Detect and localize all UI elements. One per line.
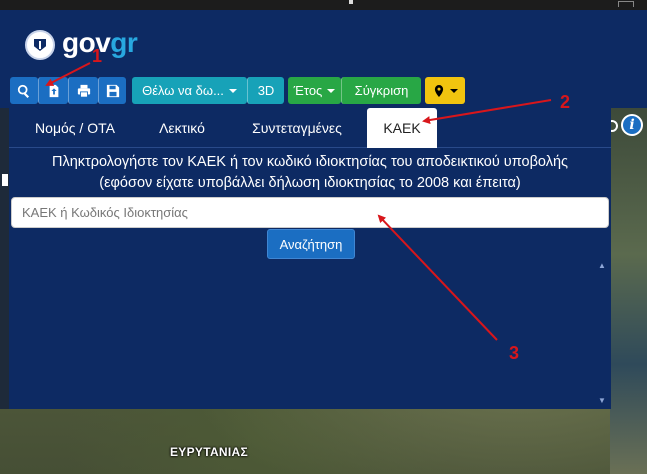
save-icon (106, 84, 119, 97)
search-icon (17, 84, 30, 98)
save-button[interactable] (98, 77, 126, 104)
search-panel: Νομός / ΟΤΑ Λεκτικό Συντεταγμένες ΚΑΕΚ Π… (9, 108, 611, 409)
year-dropdown[interactable]: Έτος (288, 77, 341, 104)
search-submit-button[interactable]: Αναζήτηση (267, 229, 355, 259)
map-marker-icon (434, 84, 443, 97)
annotation-number-1: 1 (92, 46, 103, 66)
logo-accent: gr (110, 27, 138, 58)
window-control (618, 1, 634, 7)
3d-button-label: 3D (257, 83, 275, 98)
view-dropdown-label: Θέλω να δω... (142, 83, 224, 98)
tab-lektiko[interactable]: Λεκτικό (139, 108, 225, 148)
tab-nomos-ota[interactable]: Νομός / ΟΤΑ (11, 108, 139, 148)
compare-button-label: Σύγκριση (354, 83, 409, 98)
tab-coordinates[interactable]: Συντεταγμένες (227, 108, 367, 148)
map-region-label: ΕΥΡΥΤΑΝΙΑΣ (170, 445, 248, 459)
chevron-down-icon (449, 88, 458, 93)
browser-top-strip (0, 0, 647, 10)
tab-kaek[interactable]: ΚΑΕΚ (367, 108, 437, 148)
view-dropdown[interactable]: Θέλω να δω... (132, 77, 247, 104)
text-caret (349, 0, 353, 4)
upload-button[interactable] (38, 77, 68, 104)
print-button[interactable] (68, 77, 98, 104)
kaek-search-input[interactable] (11, 197, 609, 228)
search-button[interactable] (10, 77, 38, 104)
search-instructions: Πληκτρολογήστε τον ΚΑΕΚ ή τον κωδικό ιδι… (9, 152, 611, 194)
map-toolbar: Θέλω να δω... 3D Έτος Σύγκριση (0, 72, 647, 108)
map-canvas-left[interactable] (0, 108, 9, 409)
greek-emblem-icon (25, 30, 55, 60)
map-canvas-right[interactable] (610, 108, 647, 474)
chevron-down-icon (228, 88, 237, 93)
upload-icon (49, 84, 58, 97)
results-scrollbar[interactable] (595, 260, 609, 408)
search-tabs: Νομός / ΟΤΑ Λεκτικό Συντεταγμένες ΚΑΕΚ (9, 108, 611, 148)
info-button[interactable]: i (621, 114, 643, 136)
annotation-number-2: 2 (560, 92, 571, 112)
scroll-down-icon[interactable]: ▼ (597, 397, 607, 405)
instruction-line-2: (εφόσον είχατε υποβάλλει δήλωση ιδιοκτησ… (99, 175, 521, 191)
instruction-line-1: Πληκτρολογήστε τον ΚΑΕΚ ή τον κωδικό ιδι… (51, 154, 569, 170)
logo-main: gov (62, 27, 111, 58)
map-scale-mark (2, 174, 8, 186)
3d-button[interactable]: 3D (247, 77, 284, 104)
chevron-down-icon (327, 88, 336, 93)
compare-button[interactable]: Σύγκριση (341, 77, 421, 104)
annotation-number-3: 3 (509, 343, 520, 363)
year-dropdown-label: Έτος (293, 83, 323, 98)
scroll-up-icon[interactable]: ▲ (597, 262, 607, 270)
info-icon: i (623, 116, 641, 134)
location-dropdown[interactable] (425, 77, 465, 104)
print-icon (77, 84, 90, 98)
